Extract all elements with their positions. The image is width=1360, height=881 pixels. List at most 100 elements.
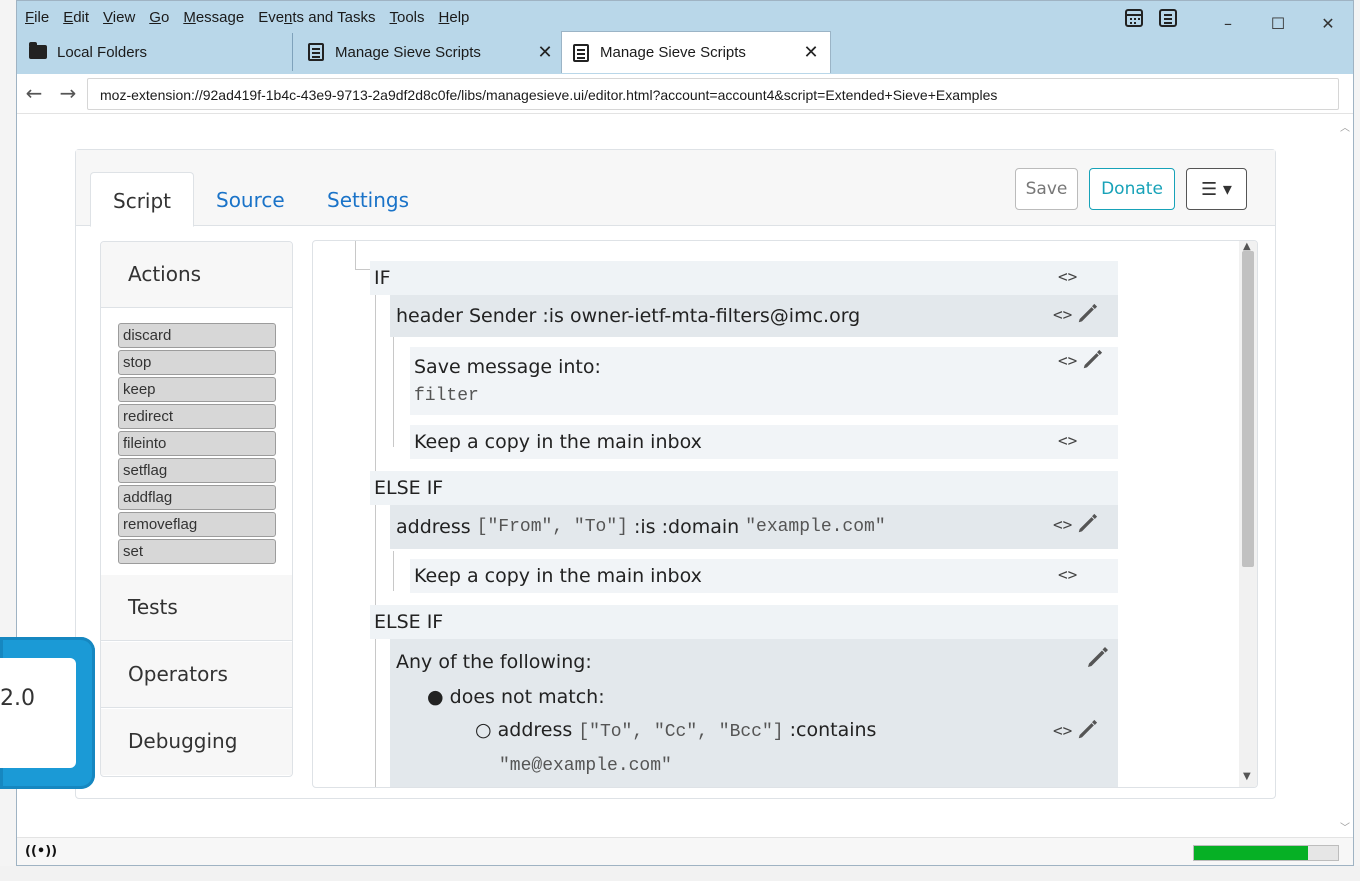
not-match-item[interactable]: ● does not match:	[427, 686, 605, 708]
menu-file[interactable]: File	[25, 9, 49, 29]
tab-settings[interactable]: Settings	[305, 172, 431, 226]
actions-header[interactable]: Actions	[101, 242, 292, 308]
tasks-icon[interactable]	[1159, 9, 1177, 27]
code-toggle-icon[interactable]: <>	[1058, 565, 1077, 584]
action-addflag[interactable]: addflag	[118, 485, 276, 510]
test-operator[interactable]: :is :domain	[634, 516, 739, 538]
scroll-down-icon[interactable]: ﹀	[1340, 819, 1350, 834]
folder-name[interactable]: filter	[414, 386, 479, 406]
tab-manage-sieve-scripts-1[interactable]: Manage Sieve Scripts ✕	[292, 33, 560, 71]
pencil-icon[interactable]	[1085, 646, 1109, 670]
code-toggle-icon[interactable]: <>	[1053, 515, 1072, 534]
back-arrow-icon[interactable]: ←	[21, 80, 47, 106]
test-headers[interactable]: ["To", "Cc", "Bcc"]	[578, 722, 783, 742]
test3-controls: <>	[1053, 719, 1098, 741]
menu-message[interactable]: Message	[183, 9, 244, 29]
anyof-label: Any of the following:	[396, 651, 592, 673]
title-bar: File Edit View Go Message Events and Tas…	[17, 1, 1353, 74]
pencil-icon[interactable]	[1081, 349, 1103, 371]
pencil-icon[interactable]	[1076, 303, 1098, 325]
menu-help[interactable]: Help	[439, 9, 470, 29]
keep-controls: <>	[1058, 431, 1077, 450]
action-stop[interactable]: stop	[118, 350, 276, 375]
calendar-icon[interactable]	[1125, 9, 1143, 27]
save-button[interactable]: Save	[1015, 168, 1078, 210]
tree-connector	[355, 241, 356, 269]
thunderbird-window: File Edit View Go Message Events and Tas…	[16, 0, 1354, 866]
donate-button[interactable]: Donate	[1089, 168, 1175, 210]
pencil-icon[interactable]	[1076, 719, 1098, 741]
scroll-down-icon[interactable]: ▼	[1243, 771, 1251, 782]
action-keep-block[interactable]: Keep a copy in the main inbox	[410, 425, 1118, 459]
hamburger-menu-button[interactable]: ☰ ▾	[1186, 168, 1247, 210]
action-fileinto[interactable]: fileinto	[118, 431, 276, 456]
menu-edit[interactable]: Edit	[63, 9, 89, 29]
debugging-header[interactable]: Debugging	[101, 709, 292, 775]
forward-arrow-icon[interactable]: →	[55, 80, 81, 106]
navigation-bar: ← → moz-extension://92ad419f-1b4c-43e9-9…	[17, 74, 1353, 114]
action-fileinto-block[interactable]: Save message into: filter	[410, 347, 1118, 415]
card-header: Script Source Settings Save Donate ☰ ▾	[76, 150, 1275, 227]
version-badge: 2.0	[0, 637, 95, 789]
test-keyword: address	[497, 719, 573, 741]
if-block[interactable]: IF	[370, 261, 1118, 295]
test-operator[interactable]: :contains	[790, 719, 877, 741]
elseif-label: ELSE IF	[374, 611, 444, 633]
pencil-icon[interactable]	[1076, 513, 1098, 535]
action-removeflag[interactable]: removeflag	[118, 512, 276, 537]
circle-bullet-icon: ○	[475, 719, 492, 741]
folder-icon	[29, 42, 47, 61]
elseif-block-1[interactable]: ELSE IF	[370, 471, 1118, 505]
test1-controls: <>	[1053, 303, 1098, 325]
action-setflag[interactable]: setflag	[118, 458, 276, 483]
scroll-up-icon[interactable]: ︿	[1340, 119, 1350, 134]
test-address-contains[interactable]: ○ address ["To", "Cc", "Bcc"] :contains	[475, 719, 876, 742]
tab-close-icon[interactable]: ✕	[796, 42, 826, 63]
code-toggle-icon[interactable]: <>	[1058, 431, 1077, 450]
test-address-domain[interactable]: address ["From", "To"] :is :domain "exam…	[390, 505, 1118, 549]
version-text: 2.0	[0, 686, 35, 711]
editor-scrollbar[interactable]: ▲ ▼	[1239, 241, 1257, 787]
menu-go[interactable]: Go	[149, 9, 169, 29]
menu-bar: File Edit View Go Message Events and Tas…	[25, 9, 469, 29]
scroll-thumb[interactable]	[1242, 251, 1254, 567]
url-bar[interactable]: moz-extension://92ad419f-1b4c-43e9-9713-…	[87, 78, 1339, 110]
menu-tools[interactable]: Tools	[390, 9, 425, 29]
menu-view[interactable]: View	[103, 9, 135, 29]
code-toggle-icon[interactable]: <>	[1058, 267, 1077, 286]
keep2-controls: <>	[1058, 565, 1077, 584]
page-content: ︿ ﹀ Script Source Settings Save Donate ☰…	[17, 115, 1353, 837]
code-toggle-icon[interactable]: <>	[1053, 721, 1072, 740]
page-scrollbar[interactable]: ︿ ﹀	[1337, 115, 1353, 837]
script-editor: IF <> header Sender :is owner-ietf-mta-f…	[312, 240, 1258, 788]
tab-strip: Local Folders Manage Sieve Scripts ✕ Man…	[17, 31, 1353, 73]
online-status-icon[interactable]: ((•))	[25, 844, 57, 859]
test-value[interactable]: "me@example.com"	[499, 756, 672, 776]
test-value[interactable]: "example.com"	[745, 517, 885, 537]
elseif-block-2[interactable]: ELSE IF	[370, 605, 1118, 639]
action-discard[interactable]: discard	[118, 323, 276, 348]
tests-header[interactable]: Tests	[101, 575, 292, 641]
code-toggle-icon[interactable]: <>	[1053, 305, 1072, 324]
progress-fill	[1194, 846, 1308, 860]
bullet-icon: ●	[427, 686, 444, 708]
action-redirect[interactable]: redirect	[118, 404, 276, 429]
keep-label: Keep a copy in the main inbox	[414, 431, 702, 453]
operators-header[interactable]: Operators	[101, 642, 292, 708]
action-set[interactable]: set	[118, 539, 276, 564]
tab-script[interactable]: Script	[90, 172, 195, 227]
test-headers[interactable]: ["From", "To"]	[477, 517, 628, 537]
tab-close-icon[interactable]: ✕	[530, 42, 560, 63]
test-header-sender[interactable]: header Sender :is owner-ietf-mta-filters…	[390, 295, 1118, 337]
tab-source[interactable]: Source	[194, 172, 307, 226]
tab-label: Local Folders	[57, 43, 148, 61]
action-keep[interactable]: keep	[118, 377, 276, 402]
menu-events-and-tasks[interactable]: Events and Tasks	[258, 9, 375, 29]
not-match-label: does not match:	[449, 686, 605, 708]
tab-label: Manage Sieve Scripts	[335, 43, 481, 61]
tab-local-folders[interactable]: Local Folders	[25, 33, 290, 71]
action-keep-block-2[interactable]: Keep a copy in the main inbox	[410, 559, 1118, 593]
code-toggle-icon[interactable]: <>	[1058, 351, 1077, 370]
tab-manage-sieve-scripts-2[interactable]: Manage Sieve Scripts ✕	[561, 31, 831, 73]
fileinto-controls: <>	[1058, 349, 1103, 371]
